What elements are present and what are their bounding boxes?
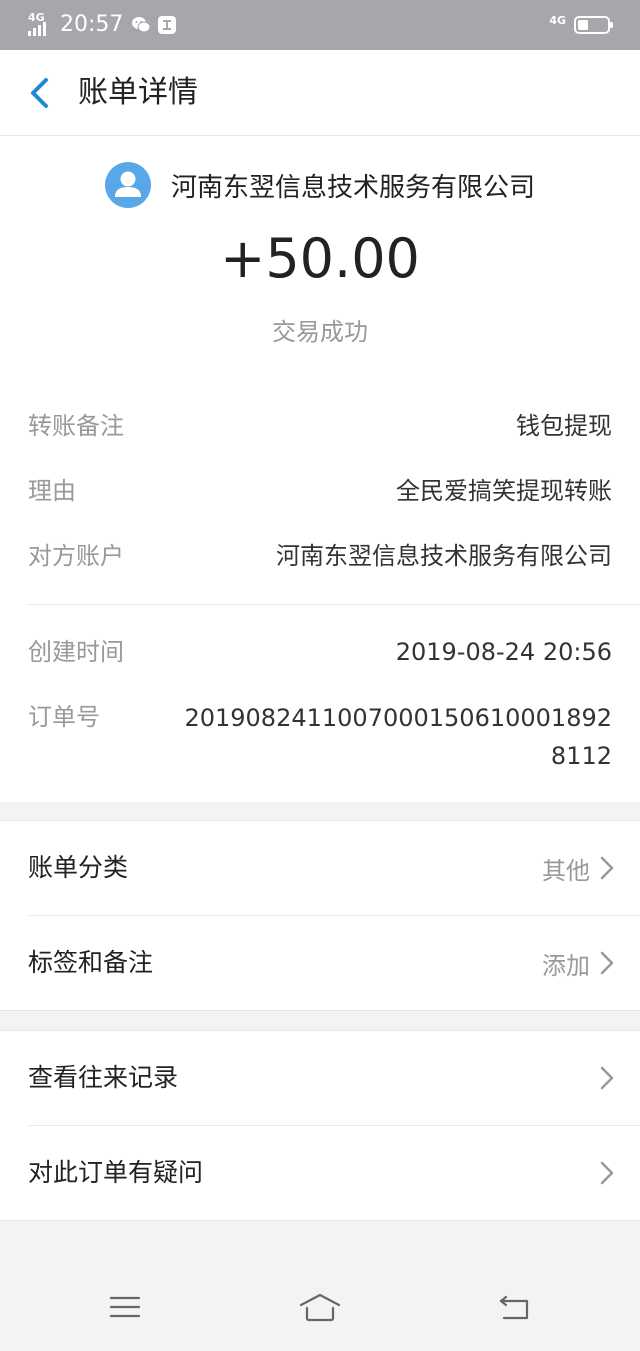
amount: +50.00 — [220, 227, 420, 290]
chevron-left-icon — [31, 78, 48, 108]
battery-icon — [574, 16, 613, 34]
detail-value: 2019-08-24 20:56 — [395, 638, 612, 666]
detail-value: 全民爱搞笑提现转账 — [396, 477, 612, 505]
detail-label: 订单号 — [28, 703, 100, 731]
transaction-status: 交易成功 — [272, 318, 368, 346]
detail-value: 钱包提现 — [516, 412, 612, 440]
view-history-item[interactable]: 查看往来记录 — [0, 1031, 640, 1125]
order-question-item[interactable]: 对此订单有疑问 — [28, 1125, 640, 1220]
signal-icon: 4G — [26, 10, 54, 40]
option-label: 对此订单有疑问 — [28, 1158, 204, 1187]
status-left: 4G 20:57 — [26, 9, 183, 41]
back-nav-icon[interactable] — [498, 1291, 532, 1323]
avatar — [104, 162, 151, 208]
detail-value: 河南东翌信息技术服务有限公司 — [276, 542, 612, 570]
chevron-right-icon — [600, 951, 614, 975]
chevron-right-icon — [600, 1161, 614, 1185]
header-bar: 账单详情 — [0, 50, 640, 136]
counterparty-name: 河南东翌信息技术服务有限公司 — [170, 172, 535, 203]
bill-detail-card: 河南东翌信息技术服务有限公司 +50.00 交易成功 转账备注 钱包提现 理由 … — [0, 136, 640, 802]
status-right: 4G — [549, 10, 614, 40]
option-value: 其他 — [542, 856, 590, 885]
options-group-category: 账单分类 其他 标签和备注 添加 — [0, 820, 640, 1011]
home-icon[interactable] — [298, 1291, 342, 1323]
detail-label: 理由 — [28, 477, 76, 505]
back-button[interactable] — [22, 72, 58, 114]
option-label: 账单分类 — [28, 853, 129, 882]
user-icon — [114, 171, 141, 197]
option-label: 查看往来记录 — [28, 1063, 179, 1092]
chevron-right-icon — [600, 856, 614, 880]
system-nav-bar — [0, 1265, 640, 1351]
bill-category-item[interactable]: 账单分类 其他 — [0, 821, 640, 915]
app-notification-icon — [158, 16, 177, 34]
option-value: 添加 — [542, 951, 590, 980]
detail-label: 对方账户 — [28, 542, 124, 570]
order-number: 2019082411007000150610001892 8112 — [184, 704, 612, 770]
status-bar: 4G 20:57 4G — [0, 0, 640, 50]
tags-notes-item[interactable]: 标签和备注 添加 — [28, 915, 640, 1010]
counterparty: 河南东翌信息技术服务有限公司 — [0, 160, 640, 210]
wechat-icon — [132, 17, 151, 33]
detail-label: 创建时间 — [28, 638, 124, 666]
status-time: 20:57 — [60, 12, 124, 37]
divider — [28, 604, 640, 605]
options-group-records: 查看往来记录 对此订单有疑问 — [0, 1030, 640, 1221]
network-type-right: 4G — [549, 14, 566, 27]
option-label: 标签和备注 — [28, 948, 154, 977]
menu-icon[interactable] — [108, 1291, 142, 1323]
chevron-right-icon — [600, 1066, 614, 1090]
page-title: 账单详情 — [78, 75, 198, 110]
detail-label: 转账备注 — [28, 412, 124, 440]
